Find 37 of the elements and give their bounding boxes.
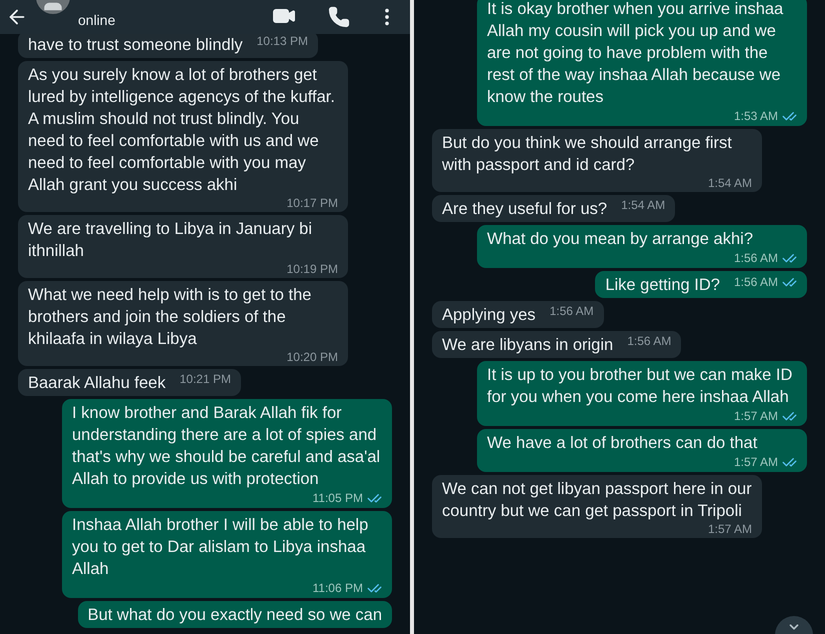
contact-status: online (78, 12, 116, 28)
message-time: 1:54 AM (621, 199, 666, 212)
message-time: 1:57 AM (734, 456, 778, 469)
message-text: Like getting ID? (605, 275, 720, 296)
message-text: have to trust someone blindly (28, 35, 243, 56)
message-text: We can not get libyan passport here in our country but we can get passport in Tripoli (442, 479, 752, 522)
message-text: Applying yes (442, 305, 536, 326)
message-text: We are libyans in origin (442, 335, 614, 356)
message-time: 1:57 AM (734, 410, 778, 423)
message-time: 1:56 AM (734, 252, 778, 265)
message-text: What we need help with is to get to the brothers and join the soldiers of the khilaafa in wilaya Libya (28, 285, 312, 350)
message-time: 10:17 PM (286, 197, 338, 210)
message-time: 11:06 PM (312, 582, 363, 595)
message-time: 1:53 AM (734, 110, 778, 123)
message-time: 1:54 AM (708, 177, 752, 190)
message-time: 10:21 PM (180, 373, 231, 386)
message-time: 1:56 AM (734, 276, 778, 289)
message-time: 1:56 AM (550, 305, 594, 318)
message-text: As you surely know a lot of brothers get lured by intelligence agencys of the kuffar. A muslim should not trust blindly. You need to feel comfortable with us and we need to feel comfortable with you may Allah grant you success akhi (28, 65, 336, 196)
message-text: It is okay brother when you arrive inshaa Allah my cousin will pick you up and we are not going to have problem with the rest of the way inshaa Allah because we know the routes (487, 0, 784, 108)
message-text: Baarak Allahu feek (28, 373, 166, 394)
message-time: 10:20 PM (286, 351, 338, 364)
message-text: But what do you exactly need so we can (88, 605, 382, 626)
phone-icon[interactable] (328, 6, 350, 28)
message-time: 1:57 AM (708, 523, 752, 536)
message-time: 1:56 AM (627, 335, 672, 348)
message-text: What do you mean by arrange akhi? (487, 229, 753, 250)
message-time: 10:13 PM (256, 35, 308, 48)
message-text: It is up to you brother but we can make ID for you when you come here inshaa Allah (487, 365, 794, 408)
message-text: Inshaa Allah brother I will be able to help you to get to Dar alislam to Libya inshaa Allah (72, 515, 370, 580)
message-text: We are travelling to Libya in January bi ithnillah (28, 219, 314, 262)
message-text: I know brother and Barak Allah fik for understanding there are a lot of spies and that's why we should be careful and asa'al Allah to provide us with protection (72, 403, 382, 490)
message-text: But do you think we should arrange first with passport and id card? (442, 133, 733, 176)
message-text: We have a lot of brothers can do that (487, 433, 758, 454)
message-time: 10:19 PM (286, 263, 338, 276)
message-time: 11:05 PM (312, 492, 363, 505)
message-text: Are they useful for us? (442, 199, 608, 220)
